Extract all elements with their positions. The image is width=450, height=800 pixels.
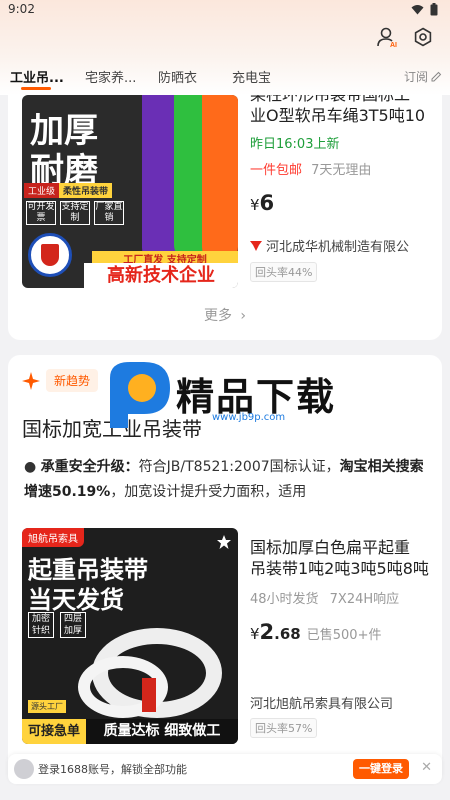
image-chips: 可开发票 支持定制 厂家直销 bbox=[26, 201, 124, 225]
image-headline-4: 当天发货 bbox=[28, 586, 124, 614]
image-brand: 旭航吊索具 bbox=[22, 528, 84, 547]
product-title-1-line2: 业O型软吊车绳3T5吨10 bbox=[250, 106, 426, 125]
trend-description: ● 承重安全升级：符合JB/T8521:2007国标认证，淘宝相关搜索增速50.… bbox=[24, 455, 434, 505]
bullet-title: 承重安全升级： bbox=[40, 459, 139, 475]
return-policy: 7天无理由 bbox=[311, 163, 372, 178]
image-chip-layers: 四层加厚 bbox=[60, 612, 86, 638]
bullet-dot: ● bbox=[24, 459, 41, 475]
login-prompt-bar: 登录1688账号，解锁全部功能 一键登录 ✕ bbox=[8, 754, 442, 784]
product-title-1-line1: 某柱环形吊装带国标工 bbox=[250, 95, 438, 105]
image-chip-custom: 支持定制 bbox=[60, 201, 90, 225]
image-chip-knit: 加密针织 bbox=[28, 612, 54, 638]
image-chip-invoice: 可开发票 bbox=[26, 201, 56, 225]
response-7x24: 7X24H响应 bbox=[329, 592, 400, 607]
sparkle-icon bbox=[22, 371, 40, 390]
status-bar: 9:02 bbox=[0, 0, 450, 20]
one-tap-login-button[interactable]: 一键登录 bbox=[353, 759, 409, 779]
image-tag-flexible: 柔性吊装带 bbox=[59, 183, 113, 198]
sold-count: 已售500+件 bbox=[306, 628, 382, 643]
bullet-text-1: 符合JB/T8521:2007国标认证， bbox=[138, 459, 340, 475]
watermark: 精品下载 www.jb9p.com bbox=[100, 358, 350, 428]
sling-purple bbox=[142, 95, 176, 265]
price-dec: .68 bbox=[274, 625, 301, 643]
ship-48h: 48小时发货 bbox=[250, 592, 319, 607]
user-ai-icon: AI bbox=[377, 27, 397, 48]
sling-orange bbox=[202, 95, 238, 265]
shop-name-1: 河北成华机械制造有限公 bbox=[266, 240, 410, 255]
more-label: 更多 bbox=[203, 308, 232, 324]
shop-icon bbox=[250, 240, 262, 251]
image-tag-row: 工业级 柔性吊装带 bbox=[24, 183, 113, 198]
tab-home-pets[interactable]: 宅家养... bbox=[85, 67, 136, 86]
avatar-placeholder bbox=[14, 759, 34, 779]
more-button[interactable]: 更多 › bbox=[8, 305, 442, 325]
gear-icon bbox=[414, 27, 432, 47]
tab-active-indicator bbox=[21, 87, 51, 90]
star-icon[interactable] bbox=[216, 534, 232, 550]
bullet-text-2: ，加宽设计提升受力面积，适用 bbox=[110, 484, 307, 500]
chevron-right-icon: › bbox=[240, 308, 247, 324]
shipping-row: 一件包邮 7天无理由 bbox=[250, 159, 371, 178]
product-title-2-line2: 吊装带1吨2吨3吨5吨8吨 bbox=[250, 559, 429, 578]
currency-symbol: ¥ bbox=[250, 196, 260, 214]
tab-power-bank[interactable]: 充电宝 bbox=[232, 67, 271, 86]
tab-industrial[interactable]: 工业吊... bbox=[10, 67, 64, 86]
product-card-1[interactable]: 加厚 耐磨 工业级 柔性吊装带 可开发票 支持定制 厂家直销 工厂直发 支持定制… bbox=[8, 95, 442, 340]
status-time: 9:02 bbox=[8, 2, 35, 16]
product-title-2[interactable]: 国标加厚白色扁平起重 吊装带1吨2吨3吨5吨8吨 bbox=[250, 537, 436, 579]
wifi-icon bbox=[411, 5, 424, 15]
product-title-2-line1: 国标加厚白色扁平起重 bbox=[250, 538, 411, 557]
trend-label: 新趋势 bbox=[46, 369, 99, 392]
close-icon[interactable]: ✕ bbox=[421, 760, 432, 775]
subscribe-button[interactable]: 订阅 bbox=[404, 68, 442, 85]
service-row: 48小时发货 7X24H响应 bbox=[250, 588, 399, 607]
watermark-url: www.jb9p.com bbox=[212, 412, 286, 423]
product-title-1[interactable]: 某柱环形吊装带国标工 业O型软吊车绳3T5吨10 bbox=[250, 95, 438, 126]
product-image-2[interactable]: 旭航吊索具 起重吊装带 当天发货 加密针织 四层加厚 源头工厂 可接急单 质量达… bbox=[22, 528, 238, 744]
login-prompt-text: 登录1688账号，解锁全部功能 bbox=[38, 763, 187, 776]
price-2: ¥2.68 已售500+件 bbox=[250, 620, 381, 644]
price-value: 6 bbox=[259, 191, 275, 215]
status-icons bbox=[411, 3, 438, 16]
price-int: 2 bbox=[259, 620, 275, 644]
repeat-rate-badge-1: 回头率44% bbox=[250, 262, 318, 282]
image-footer-right: 质量达标 细致做工 bbox=[86, 719, 238, 744]
svg-text:AI: AI bbox=[390, 42, 397, 48]
free-shipping: 一件包邮 bbox=[250, 163, 303, 178]
image-chip-factory: 厂家直销 bbox=[94, 201, 124, 225]
image-tag-industrial: 工业级 bbox=[24, 183, 60, 198]
category-tabs: 工业吊... 宅家养... 防晒衣 充电宝 订阅 bbox=[0, 64, 450, 88]
header-actions: AI bbox=[376, 26, 434, 48]
red-tag bbox=[142, 678, 156, 712]
certificate-badge bbox=[28, 233, 72, 277]
image-footer-left: 可接急单 bbox=[22, 719, 86, 744]
image-chips-2: 加密针织 四层加厚 bbox=[28, 612, 86, 638]
image-banner: 高新技术企业 bbox=[84, 263, 238, 288]
price-1: ¥6 bbox=[250, 191, 274, 215]
currency-symbol-2: ¥ bbox=[250, 625, 260, 643]
updated-label: 昨日16:03上新 bbox=[250, 137, 340, 152]
tab-sun-protection[interactable]: 防晒衣 bbox=[158, 67, 197, 86]
settings-button[interactable] bbox=[412, 26, 434, 48]
battery-icon bbox=[430, 3, 438, 16]
shop-row-1[interactable]: 河北成华机械制造有限公 bbox=[250, 236, 409, 255]
sling-green bbox=[174, 95, 204, 260]
subscribe-label: 订阅 bbox=[403, 69, 428, 84]
product-image-1[interactable]: 加厚 耐磨 工业级 柔性吊装带 可开发票 支持定制 厂家直销 工厂直发 支持定制… bbox=[22, 95, 238, 288]
ai-profile-button[interactable]: AI bbox=[376, 26, 398, 48]
edit-icon bbox=[431, 71, 442, 81]
trend-tag: 新趋势 bbox=[22, 369, 99, 392]
image-source: 源头工厂 bbox=[28, 700, 66, 713]
watermark-logo-icon bbox=[110, 362, 170, 428]
shop-name-2[interactable]: 河北旭航吊索具有限公司 bbox=[250, 693, 393, 712]
repeat-rate-badge-2: 回头率57% bbox=[250, 718, 318, 738]
